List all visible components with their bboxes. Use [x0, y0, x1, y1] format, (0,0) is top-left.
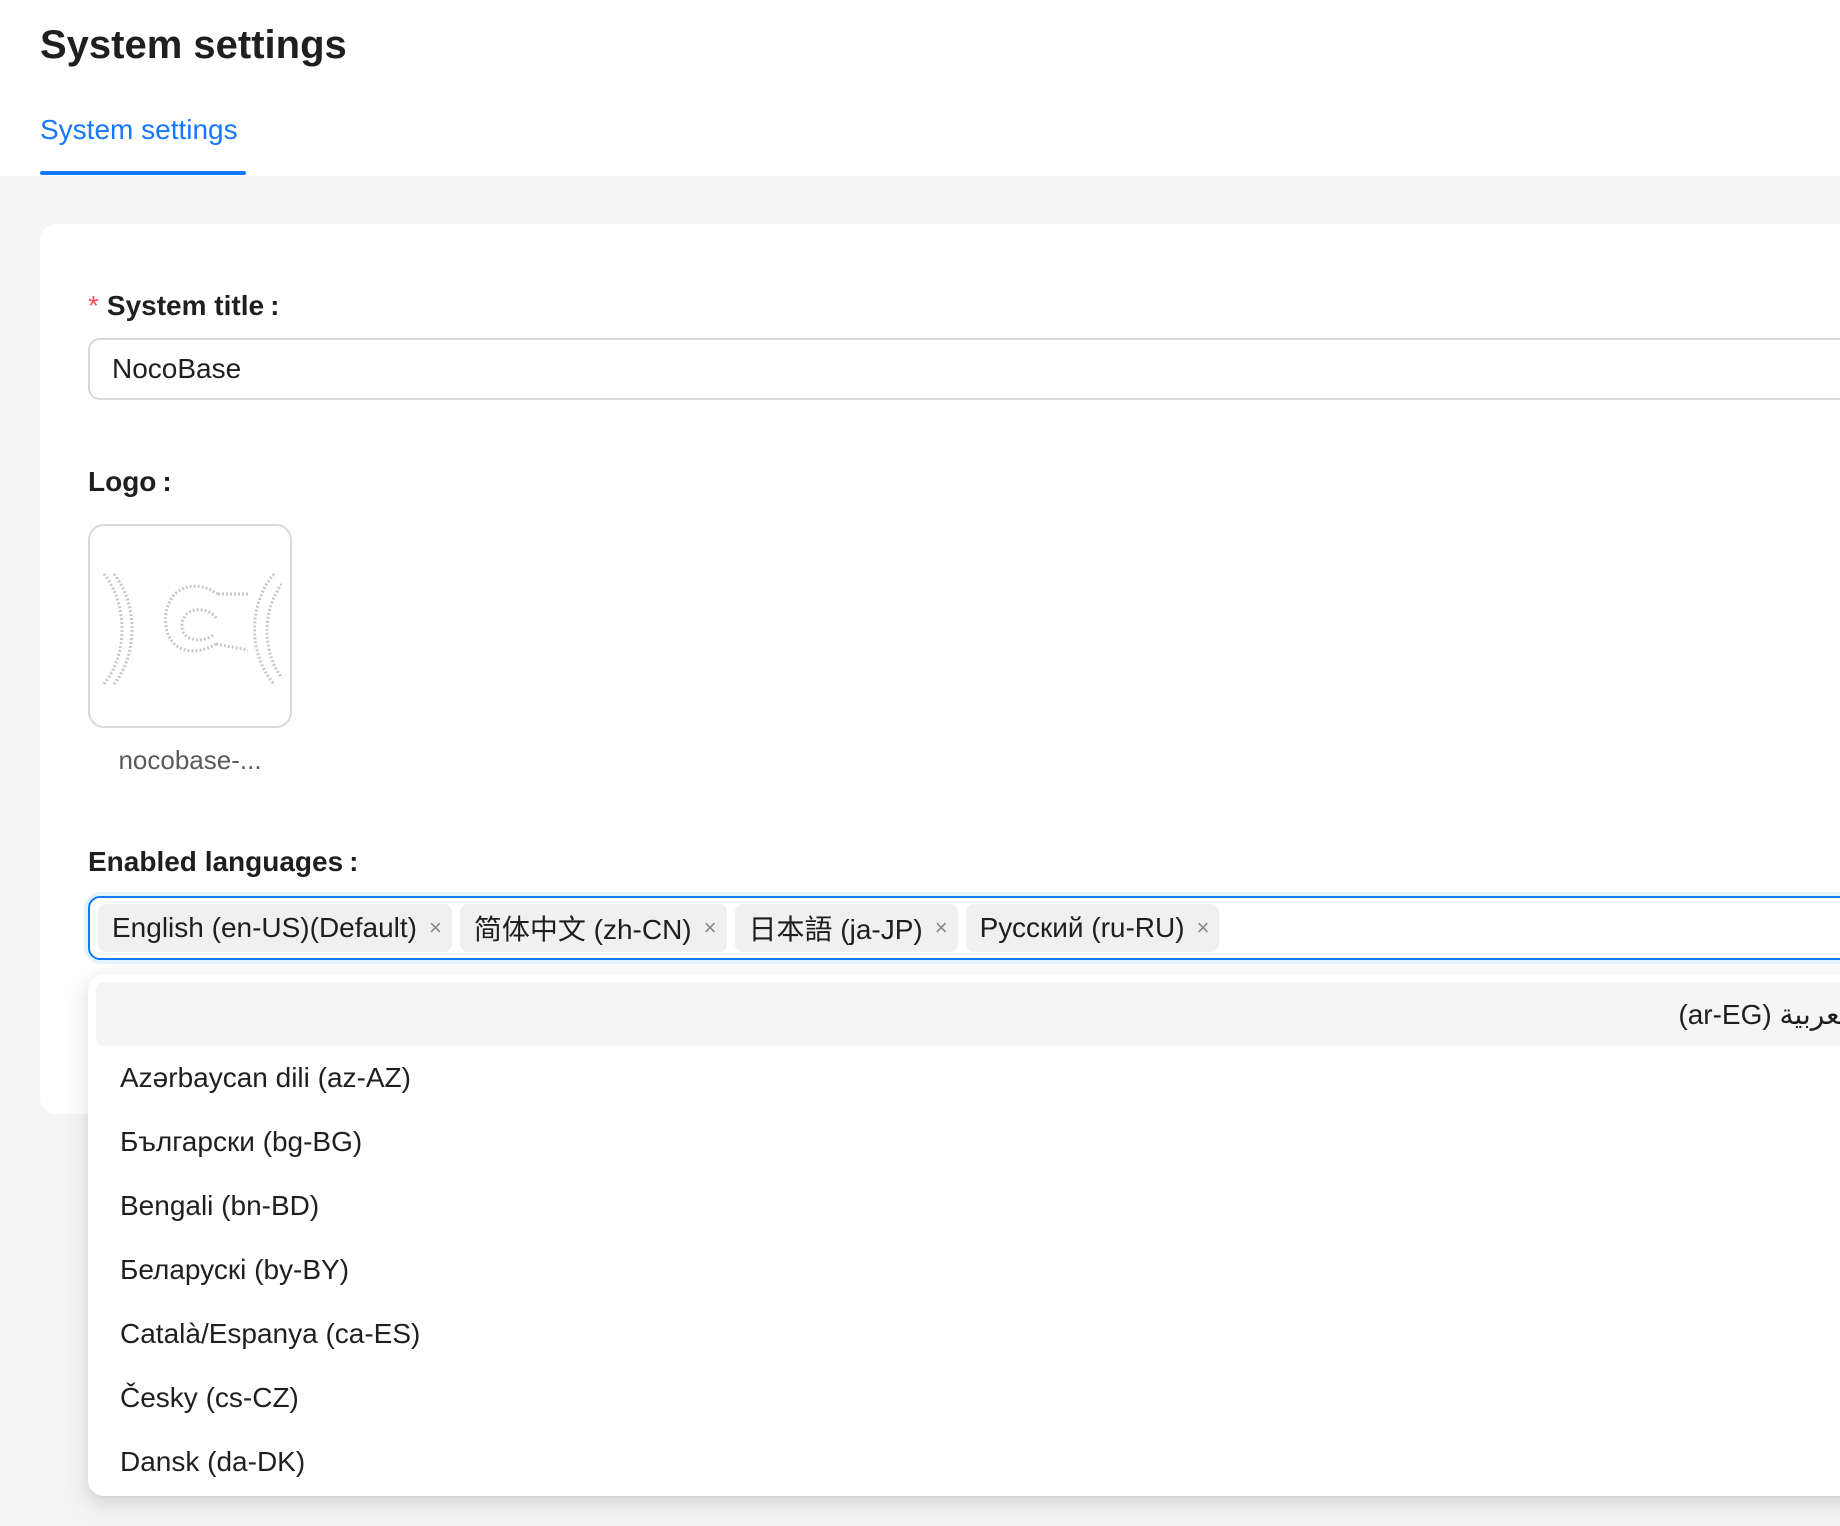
system-title-label: * System title:	[88, 286, 279, 326]
close-icon[interactable]: ×	[429, 917, 442, 939]
logo-filename[interactable]: nocobase-...	[88, 742, 292, 778]
language-tag: Русский (ru-RU) ×	[965, 904, 1220, 952]
language-dropdown: العربية (ar-EG) Azərbaycan dili (az-AZ) …	[88, 974, 1840, 1496]
language-tag-label: Русский (ru-RU)	[979, 912, 1185, 943]
label-colon: :	[270, 290, 280, 321]
dropdown-option-az-az[interactable]: Azərbaycan dili (az-AZ)	[96, 1046, 1840, 1110]
dropdown-option-bg-bg[interactable]: Български (bg-BG)	[96, 1110, 1840, 1174]
page-title: System settings	[40, 23, 347, 67]
dropdown-option-ca-es[interactable]: Català/Espanya (ca-ES)	[96, 1302, 1840, 1366]
logo-label: Logo:	[88, 462, 172, 502]
dropdown-option-ar-eg[interactable]: العربية (ar-EG)	[96, 982, 1840, 1046]
language-tag: 日本語 (ja-JP) ×	[734, 904, 958, 952]
language-tag-label: 简体中文 (zh-CN)	[473, 914, 692, 945]
dropdown-option-cs-cz[interactable]: Česky (cs-CZ)	[96, 1366, 1840, 1430]
system-title-input[interactable]: NocoBase	[88, 338, 1840, 400]
language-tag-label: English (en-US)(Default)	[112, 912, 417, 943]
tab-system-settings[interactable]: System settings	[40, 110, 238, 150]
label-colon: :	[349, 846, 359, 877]
close-icon[interactable]: ×	[935, 917, 948, 939]
language-tag: 简体中文 (zh-CN) ×	[459, 904, 727, 952]
enabled-languages-label-text: Enabled languages	[88, 846, 344, 877]
page-header: System settings System settings	[0, 0, 1840, 176]
enabled-languages-select[interactable]: English (en-US)(Default) × 简体中文 (zh-CN) …	[88, 896, 1840, 960]
close-icon[interactable]: ×	[704, 917, 717, 939]
dropdown-option-by-by[interactable]: Беларускі (by-BY)	[96, 1238, 1840, 1302]
logo-label-text: Logo	[88, 466, 157, 497]
logo-image	[102, 573, 282, 685]
language-tag-label: 日本語 (ja-JP)	[748, 914, 923, 945]
enabled-languages-label: Enabled languages:	[88, 842, 359, 882]
selected-tags: English (en-US)(Default) × 简体中文 (zh-CN) …	[98, 904, 1220, 952]
required-marker: *	[88, 290, 99, 321]
language-tag: English (en-US)(Default) ×	[98, 904, 452, 952]
dropdown-option-da-dk[interactable]: Dansk (da-DK)	[96, 1430, 1840, 1494]
system-title-label-text: System title	[106, 290, 265, 321]
close-icon[interactable]: ×	[1197, 917, 1210, 939]
dropdown-option-bn-bd[interactable]: Bengali (bn-BD)	[96, 1174, 1840, 1238]
label-colon: :	[162, 466, 172, 497]
tab-active-indicator	[40, 171, 246, 175]
logo-upload-thumbnail[interactable]	[88, 524, 292, 728]
